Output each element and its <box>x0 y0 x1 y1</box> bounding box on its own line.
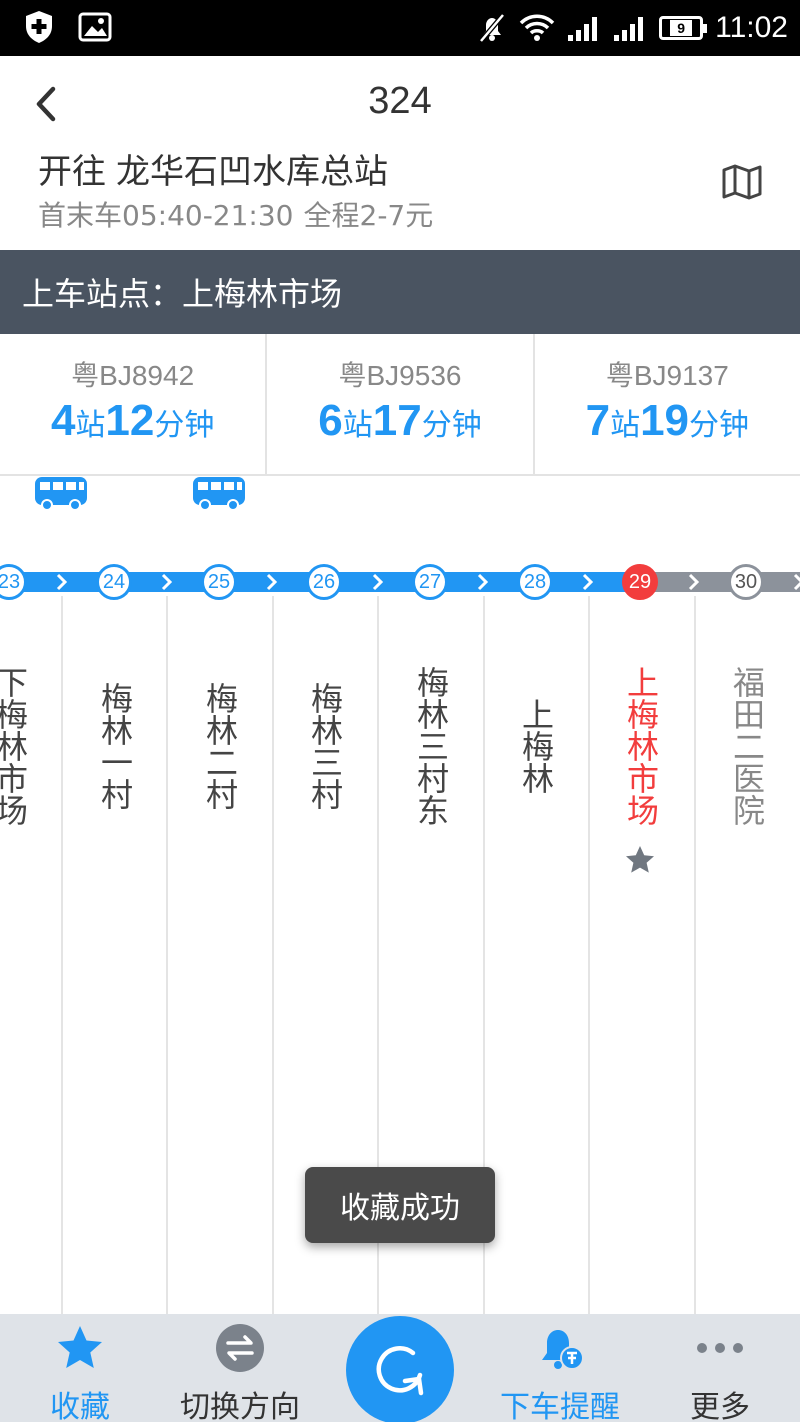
favorite-button[interactable]: 收藏 <box>10 1314 150 1422</box>
stops-unit: 站 <box>75 408 106 443</box>
column-divider <box>694 596 696 1314</box>
minutes-count: 17 <box>372 396 422 445</box>
more-label: 更多 <box>690 1390 750 1422</box>
arrival-eta: 6站17分钟 <box>267 396 532 446</box>
service-hours: 首末车05:40-21:30 <box>38 199 294 232</box>
bus-plate: 粤BJ9536 <box>338 360 462 391</box>
battery-level: 9 <box>670 20 693 36</box>
bus-plate: 粤BJ9137 <box>605 360 729 391</box>
bus-icon <box>35 477 87 511</box>
stops-unit: 站 <box>342 408 373 443</box>
alight-alert-button[interactable]: 下车提醒 <box>490 1314 630 1422</box>
station-name: 梅林一村 <box>96 682 134 810</box>
favorite-label: 收藏 <box>50 1390 110 1422</box>
station-number: 30 <box>728 564 764 600</box>
stops-count: 7 <box>585 396 611 445</box>
column-divider <box>61 596 63 1314</box>
more-button[interactable]: 更多 <box>660 1314 780 1422</box>
image-notification-icon <box>78 12 112 42</box>
station-number: 29 <box>622 564 658 600</box>
chevron-right-icon <box>56 573 68 591</box>
minutes-unit: 分钟 <box>421 408 482 443</box>
chevron-right-icon <box>477 573 489 591</box>
chevron-right-icon <box>793 573 800 591</box>
chevron-right-icon <box>688 573 700 591</box>
swap-icon <box>216 1324 264 1372</box>
station-name: 上梅林市场 <box>622 666 660 826</box>
destination-name: 龙华石凹水库总站 <box>116 152 388 192</box>
signal-icon <box>568 17 598 41</box>
direction-label: 开往 <box>38 152 106 192</box>
arrival-eta: 4站12分钟 <box>0 396 265 446</box>
bus-plate: 粤BJ8942 <box>71 360 195 391</box>
station-number: 28 <box>517 564 553 600</box>
station-name: 梅林三村东 <box>412 666 450 826</box>
column-divider <box>272 596 274 1314</box>
station-name: 梅林二村 <box>201 682 239 810</box>
chevron-right-icon <box>582 573 594 591</box>
status-bar: 9 11:02 <box>0 0 800 56</box>
star-icon <box>58 1326 102 1368</box>
station-name: 福田二医院 <box>728 666 766 826</box>
battery-icon: 9 <box>659 16 708 40</box>
stops-count: 4 <box>50 396 76 445</box>
boarding-station-text: 上车站点：上梅林市场 <box>22 275 343 313</box>
station-name: 梅林三村 <box>306 682 344 810</box>
minutes-unit: 分钟 <box>154 408 215 443</box>
status-time: 11:02 <box>715 11 788 44</box>
station-number: 26 <box>306 564 342 600</box>
arrival-card[interactable]: 粤BJ8942 4站12分钟 <box>0 334 268 474</box>
station-number: 23 <box>0 564 27 600</box>
wifi-icon <box>519 14 555 41</box>
switch-direction-label: 切换方向 <box>180 1390 300 1422</box>
more-dots-icon <box>697 1343 743 1353</box>
arrival-list: 粤BJ8942 4站12分钟 粤BJ9536 6站17分钟 粤BJ9137 7站… <box>0 334 800 476</box>
arrival-card[interactable]: 粤BJ9536 6站17分钟 <box>267 334 535 474</box>
minutes-count: 19 <box>640 396 690 445</box>
chevron-right-icon <box>161 573 173 591</box>
favorite-star-icon <box>626 846 654 873</box>
arrival-eta: 7站19分钟 <box>535 396 800 446</box>
chevron-right-icon <box>372 573 384 591</box>
stops-unit: 站 <box>610 408 641 443</box>
shield-icon <box>26 11 52 43</box>
route-number: 324 <box>368 80 432 122</box>
map-icon[interactable] <box>720 160 764 204</box>
chevron-right-icon <box>266 573 278 591</box>
boarding-station-bar[interactable]: 上车站点：上梅林市场 <box>0 250 800 334</box>
bell-icon <box>542 1330 584 1370</box>
station-number: 27 <box>412 564 448 600</box>
station-name: 上梅林 <box>517 698 555 794</box>
route-header: 324 开往 龙华石凹水库总站 首末车05:40-21:30 全程2-7元 <box>0 56 800 250</box>
signal-icon-2 <box>614 17 644 41</box>
stops-count: 6 <box>318 396 343 445</box>
route-info: 首末车05:40-21:30 全程2-7元 <box>38 194 433 234</box>
toast-message: 收藏成功 <box>305 1167 495 1243</box>
station-name: 下梅林市场 <box>0 666 29 826</box>
station-number: 24 <box>96 564 132 600</box>
minutes-unit: 分钟 <box>689 408 750 443</box>
refresh-button[interactable] <box>346 1316 454 1422</box>
destination-line: 开往 龙华石凹水库总站 <box>38 144 388 193</box>
mute-icon <box>479 13 506 43</box>
alight-alert-label: 下车提醒 <box>500 1390 620 1422</box>
column-divider <box>166 596 168 1314</box>
switch-direction-button[interactable]: 切换方向 <box>165 1314 315 1422</box>
fare-range: 全程2-7元 <box>303 199 434 232</box>
bus-icon <box>193 477 245 511</box>
refresh-icon <box>376 1346 424 1396</box>
station-number: 25 <box>201 564 237 600</box>
track-remaining <box>640 572 800 592</box>
minutes-count: 12 <box>105 396 155 445</box>
arrival-card[interactable]: 粤BJ9137 7站19分钟 <box>535 334 800 474</box>
column-divider <box>588 596 590 1314</box>
